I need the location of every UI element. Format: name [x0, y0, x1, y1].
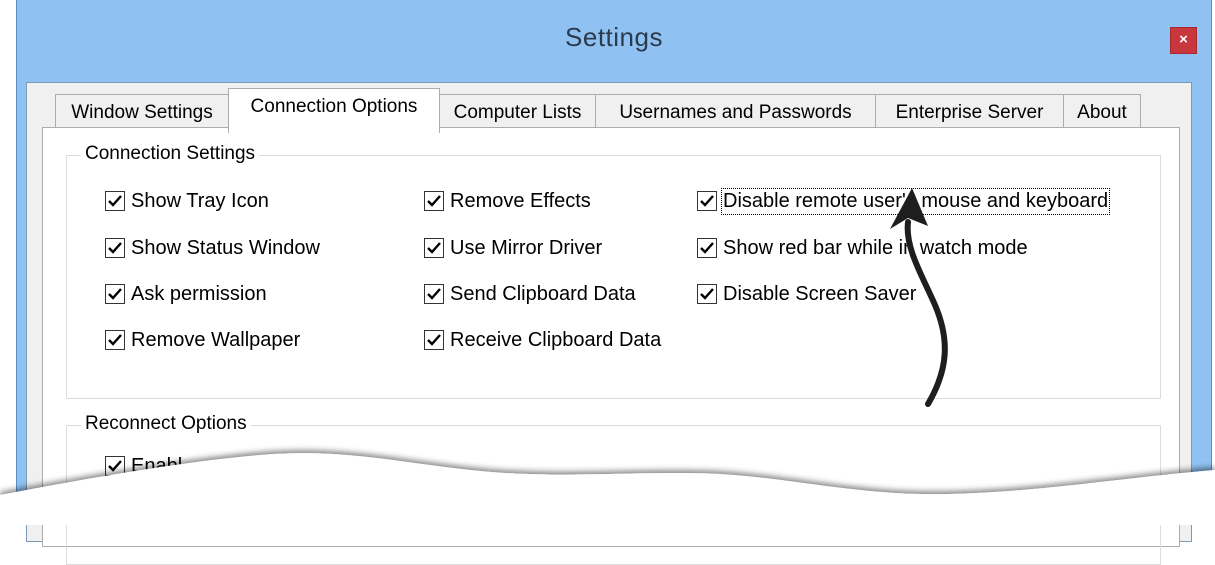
check-icon — [697, 284, 717, 304]
settings-window: Settings × Window Settings Connection Op… — [16, 0, 1212, 565]
connection-options-panel: Connection Settings Show Tray Icon Show … — [42, 127, 1180, 565]
tab-connection-options[interactable]: Connection Options — [228, 88, 440, 133]
close-icon: × — [1179, 31, 1188, 48]
connection-settings-group: Connection Settings Show Tray Icon Show … — [66, 143, 1161, 399]
remove-wallpaper-checkbox[interactable]: Remove Wallpaper — [105, 328, 300, 352]
checkbox-label: Show red bar while in watch mode — [723, 236, 1028, 259]
check-icon — [697, 238, 717, 258]
check-icon — [105, 191, 125, 211]
check-icon — [424, 330, 444, 350]
check-icon — [424, 191, 444, 211]
use-mirror-driver-checkbox[interactable]: Use Mirror Driver — [424, 236, 602, 260]
receive-clipboard-data-checkbox[interactable]: Receive Clipboard Data — [424, 328, 661, 352]
checkbox-label: Show Status Window — [131, 236, 320, 259]
check-icon — [105, 456, 125, 476]
check-icon — [105, 330, 125, 350]
enable-reconnect-checkbox[interactable]: Enabl — [105, 454, 182, 478]
reconnect-options-label: Reconnect Options — [81, 413, 251, 435]
check-icon — [424, 284, 444, 304]
show-red-bar-checkbox[interactable]: Show red bar while in watch mode — [697, 236, 1028, 260]
check-icon — [697, 191, 717, 211]
checkbox-label: Use Mirror Driver — [450, 236, 603, 259]
dialog-client-area: Window Settings Connection Options Compu… — [26, 82, 1192, 565]
send-clipboard-data-checkbox[interactable]: Send Clipboard Data — [424, 282, 636, 306]
close-button[interactable]: × — [1170, 27, 1197, 54]
checkbox-label: Disable remote user's mouse and keyboard — [720, 187, 1111, 215]
disable-remote-input-checkbox[interactable]: Disable remote user's mouse and keyboard — [697, 187, 1111, 215]
window-title: Settings — [565, 22, 663, 52]
checkbox-label: Enabl — [131, 454, 183, 477]
reconnect-options-group: Reconnect Options Enabl — [66, 413, 1161, 565]
checkbox-label: Remove Effects — [450, 189, 591, 212]
show-status-window-checkbox[interactable]: Show Status Window — [105, 236, 320, 260]
disable-screen-saver-checkbox[interactable]: Disable Screen Saver — [697, 282, 916, 306]
checkbox-label: Receive Clipboard Data — [450, 328, 662, 351]
check-icon — [105, 238, 125, 258]
checkbox-label: Disable Screen Saver — [723, 282, 917, 305]
title-bar[interactable]: Settings × — [17, 0, 1211, 82]
ask-permission-checkbox[interactable]: Ask permission — [105, 282, 267, 306]
show-tray-icon-checkbox[interactable]: Show Tray Icon — [105, 189, 269, 213]
checkbox-label: Send Clipboard Data — [450, 282, 636, 305]
checkbox-label: Remove Wallpaper — [131, 328, 301, 351]
check-icon — [424, 238, 444, 258]
connection-settings-label: Connection Settings — [81, 143, 260, 165]
check-icon — [105, 284, 125, 304]
remove-effects-checkbox[interactable]: Remove Effects — [424, 189, 591, 213]
checkbox-label: Ask permission — [131, 282, 267, 305]
checkbox-label: Show Tray Icon — [131, 189, 269, 212]
